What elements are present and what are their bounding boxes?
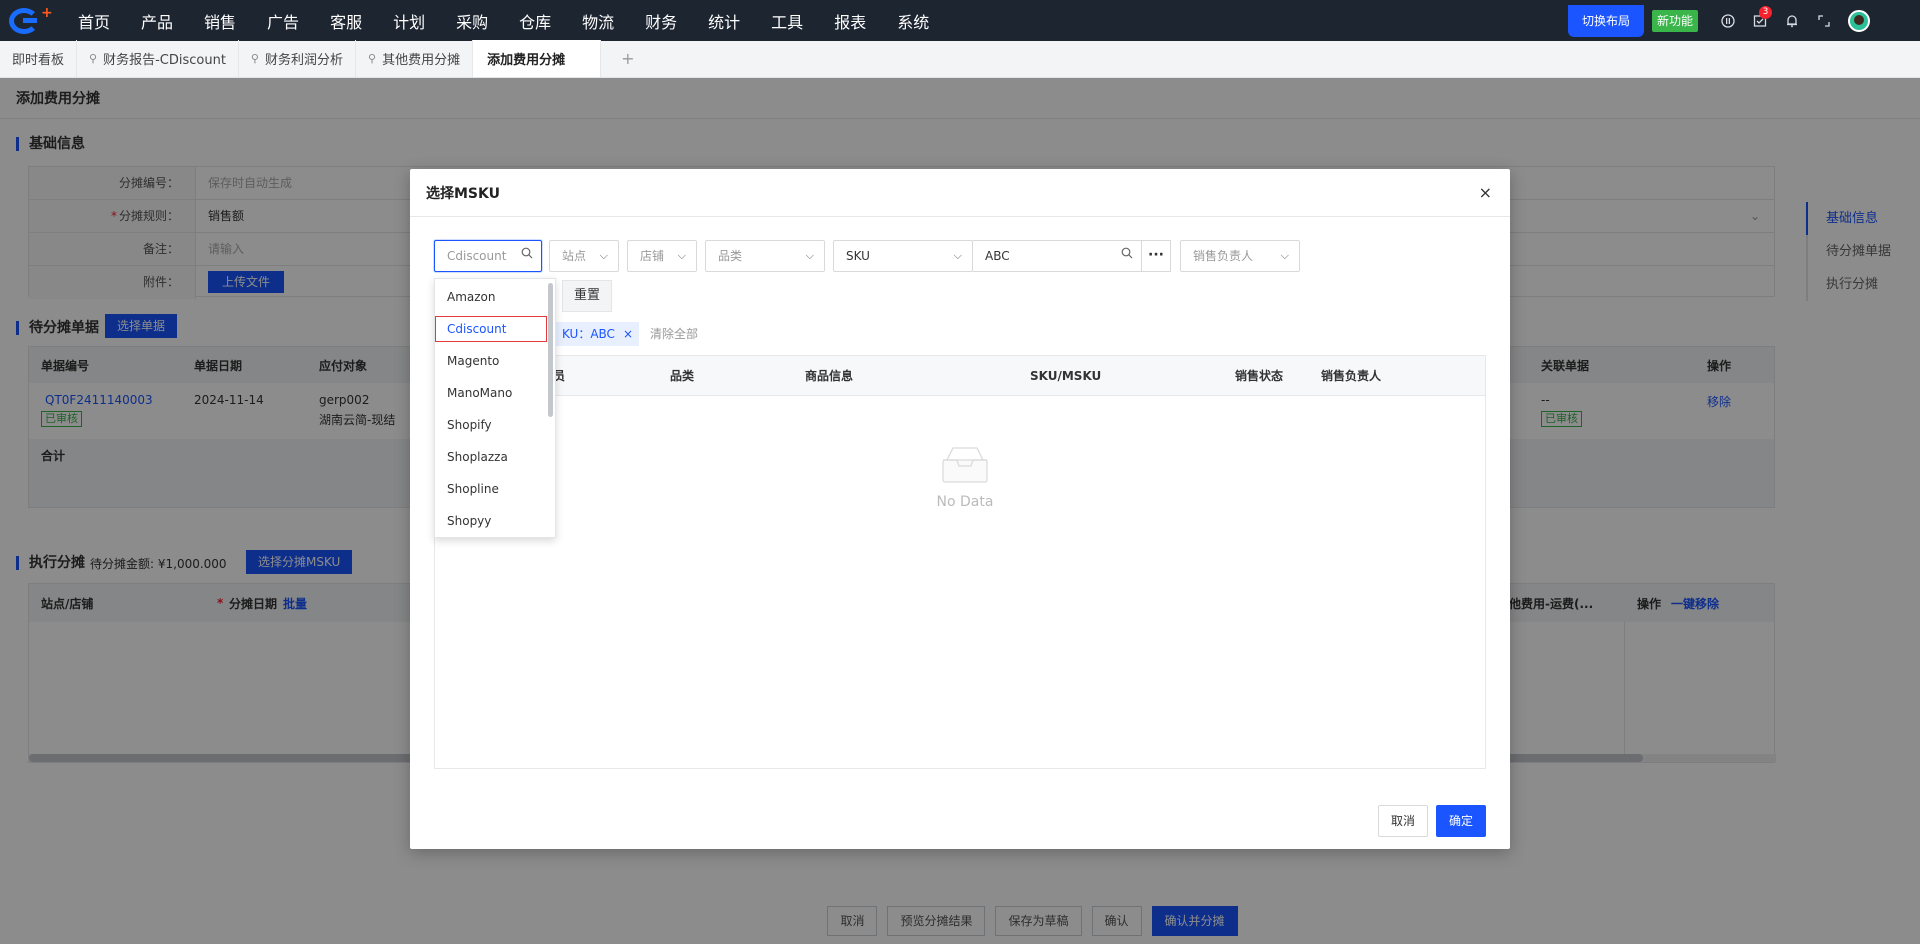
pin-icon: ⚲ [368, 52, 377, 65]
reset-button[interactable]: 重置 [562, 280, 612, 312]
main-menu: 首页 产品 销售 广告 客服 计划 采购 仓库 物流 财务 统计 工具 报表 系… [78, 9, 960, 33]
search-icon [521, 241, 533, 271]
col-header: 销售状态 [1235, 369, 1284, 383]
col-header: SKU/MSKU [1030, 369, 1102, 383]
chevron-down-icon: ⌵ [599, 249, 608, 262]
tab-label: 添加费用分摊 [487, 53, 566, 68]
page-tabs: 即时看板 ⚲ 财务报告-CDiscount ⚲ 财务利润分析 ⚲ 其他费用分摊 添加费… [0, 40, 1920, 78]
chevron-down-icon: ⌵ [1280, 249, 1289, 262]
sku-search-value: ABC [985, 249, 1010, 263]
close-icon[interactable]: × [1479, 183, 1492, 202]
logo[interactable]: + [0, 0, 60, 41]
dropdown-option-shopyy[interactable]: Shopyy [435, 505, 555, 537]
sku-search-input[interactable]: ABC [972, 240, 1142, 272]
nav-item-warehouse[interactable]: 仓库 [519, 9, 551, 33]
task-icon[interactable]: 3 [1744, 0, 1776, 41]
dropdown-option-amazon[interactable]: Amazon [435, 281, 555, 313]
clear-all-link[interactable]: 清除全部 [650, 322, 698, 346]
confirm-button[interactable]: 确定 [1435, 805, 1486, 837]
new-feature-button[interactable]: 新功能 [1651, 9, 1698, 32]
chip-label: KU：ABC [562, 327, 615, 341]
more-filters-button[interactable]: ··· [1141, 240, 1171, 272]
dropdown-option-manomano[interactable]: ManoMano [435, 377, 555, 409]
nav-item-purchase[interactable]: 采购 [456, 9, 488, 33]
nav-item-system[interactable]: 系统 [897, 9, 929, 33]
search-icon[interactable] [1121, 241, 1133, 271]
pin-icon: ⚲ [89, 52, 98, 65]
tab-label: 即时看板 [12, 53, 65, 68]
add-tab-button[interactable]: + [601, 40, 654, 77]
nav-item-service[interactable]: 客服 [330, 9, 362, 33]
close-icon[interactable]: × [623, 327, 633, 341]
filter-chip: KU：ABC × [554, 322, 640, 346]
col-header: 品类 [670, 369, 695, 383]
nav-item-reports[interactable]: 报表 [834, 9, 866, 33]
shop-select[interactable]: 店铺 ⌵ [627, 240, 697, 272]
nav-item-sales[interactable]: 销售 [204, 9, 236, 33]
bell-icon[interactable] [1776, 0, 1808, 41]
nav-item-stats[interactable]: 统计 [708, 9, 740, 33]
category-placeholder: 品类 [718, 249, 743, 263]
sku-type-value: SKU [846, 249, 870, 263]
platform-dropdown: Amazon Cdiscount Magento ManoMano Shopif… [434, 278, 556, 538]
empty-state: No Data [905, 446, 1025, 510]
site-select[interactable]: 站点 ⌵ [549, 240, 619, 272]
dropdown-option-shopify[interactable]: Shopify [435, 409, 555, 441]
owner-placeholder: 销售负责人 [1193, 249, 1254, 263]
no-data-text: No Data [936, 494, 994, 510]
notification-badge: 3 [1759, 6, 1772, 19]
sku-type-select[interactable]: SKU ⌵ [833, 240, 973, 272]
chevron-down-icon: ⌵ [953, 249, 962, 262]
dropdown-option-shopline[interactable]: Shopline [435, 473, 555, 505]
nav-item-finance[interactable]: 财务 [645, 9, 677, 33]
nav-item-ads[interactable]: 广告 [267, 9, 299, 33]
table-header: 员 品类 商品信息 SKU/MSKU 销售状态 销售负责人 [435, 356, 1485, 396]
tab-dashboard[interactable]: 即时看板 [0, 40, 78, 77]
expand-icon[interactable] [1808, 0, 1840, 41]
col-header: 销售负责人 [1321, 369, 1382, 383]
avatar[interactable] [1848, 9, 1870, 32]
tab-label: 财务利润分析 [264, 53, 343, 68]
dropdown-option-shoplazza[interactable]: Shoplazza [435, 441, 555, 473]
col-header: 商品信息 [805, 369, 854, 383]
tab-other-cost[interactable]: ⚲ 其他费用分摊 [356, 40, 474, 77]
tab-finance-report[interactable]: ⚲ 财务报告-CDiscount [77, 40, 239, 77]
cancel-button[interactable]: 取消 [1377, 805, 1428, 837]
dropdown-option-cdiscount[interactable]: Cdiscount [435, 316, 547, 342]
nav-item-logistics[interactable]: 物流 [582, 9, 614, 33]
switch-layout-button[interactable]: 切换布局 [1567, 4, 1644, 37]
platform-select[interactable]: Cdiscount [434, 240, 542, 272]
site-placeholder: 站点 [562, 249, 587, 263]
chevron-down-icon: ⌵ [677, 249, 686, 262]
modal-title: 选择MSKU [426, 185, 500, 202]
tab-add-cost[interactable]: 添加费用分摊 [473, 40, 602, 77]
select-msku-modal: 选择MSKU × Cdiscount 站点 ⌵ 店铺 ⌵ 品类 ⌵ SKU ⌵ ABC … [410, 169, 1510, 849]
dropdown-scrollbar[interactable] [548, 283, 553, 417]
shop-placeholder: 店铺 [640, 249, 665, 263]
msku-table: 员 品类 商品信息 SKU/MSKU 销售状态 销售负责人 No Data [434, 355, 1486, 769]
tab-profit-analysis[interactable]: ⚲ 财务利润分析 [239, 40, 356, 77]
nav-item-home[interactable]: 首页 [78, 9, 110, 33]
logo-icon: + [9, 6, 53, 34]
nav-item-plan[interactable]: 计划 [393, 9, 425, 33]
top-navbar: + 首页 产品 销售 广告 客服 计划 采购 仓库 物流 财务 统计 工具 报表… [0, 0, 1920, 41]
category-select[interactable]: 品类 ⌵ [705, 240, 825, 272]
pause-circle-icon[interactable] [1712, 0, 1744, 41]
tab-label: 财务报告-CDiscount [103, 53, 226, 68]
tab-label: 其他费用分摊 [382, 53, 461, 68]
chevron-down-icon: ⌵ [805, 249, 814, 262]
platform-value: Cdiscount [447, 249, 507, 263]
nav-item-tools[interactable]: 工具 [771, 9, 803, 33]
pin-icon: ⚲ [250, 52, 259, 65]
empty-box-icon [941, 446, 989, 484]
nav-item-product[interactable]: 产品 [141, 9, 173, 33]
sales-owner-select[interactable]: 销售负责人 ⌵ [1180, 240, 1300, 272]
dropdown-option-magento[interactable]: Magento [435, 345, 555, 377]
